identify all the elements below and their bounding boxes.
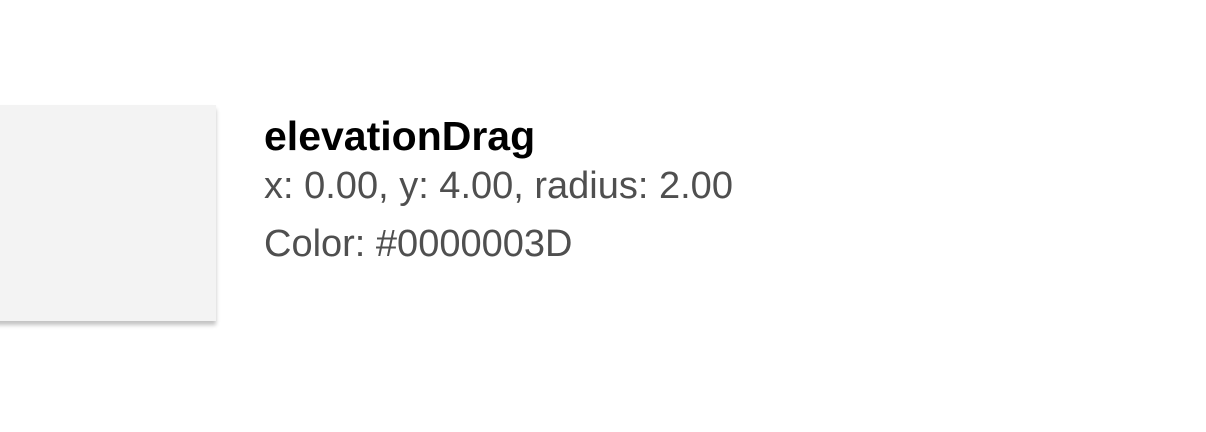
token-name: elevationDrag xyxy=(264,113,536,159)
token-info: elevationDrag x: 0.00, y: 4.00, radius: … xyxy=(264,112,733,273)
shadow-offset-text: x: 0.00, y: 4.00, radius: 2.00 xyxy=(264,165,733,207)
elevation-preview-swatch xyxy=(0,105,216,321)
shadow-color-text: Color: #0000003D xyxy=(264,223,573,265)
elevation-token-row: elevationDrag x: 0.00, y: 4.00, radius: … xyxy=(0,0,1206,432)
